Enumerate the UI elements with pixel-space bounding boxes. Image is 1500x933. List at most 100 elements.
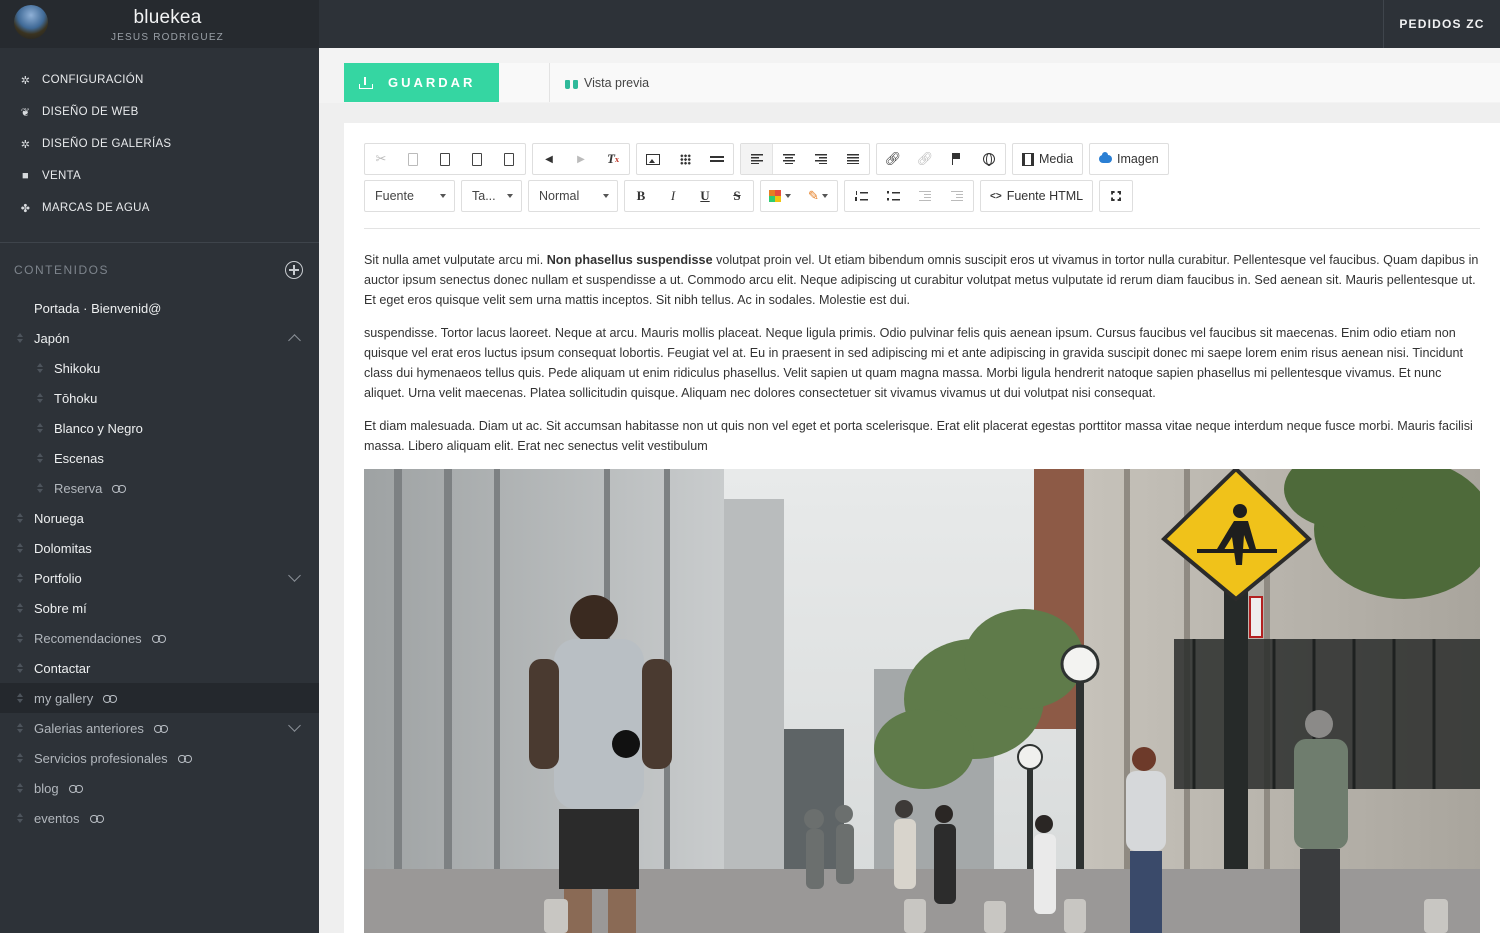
drag-handle-icon[interactable] [17, 753, 23, 763]
save-button[interactable]: GUARDAR [344, 63, 499, 102]
drag-handle-icon[interactable] [17, 543, 23, 553]
copy-icon[interactable] [397, 144, 429, 174]
drag-handle-icon[interactable] [17, 783, 23, 793]
street-photo[interactable] [364, 469, 1480, 933]
menu-item-label: DISEÑO DE GALERÍAS [42, 138, 172, 150]
tree-item[interactable]: Japón [0, 323, 319, 353]
drag-handle-icon[interactable] [37, 423, 43, 433]
redo-icon[interactable]: ▶ [565, 144, 597, 174]
chevron-down-icon[interactable] [288, 569, 301, 582]
drag-handle-icon[interactable] [17, 603, 23, 613]
color-group: ✎ [760, 180, 838, 212]
menu-item-venta[interactable]: ■ VENTA [0, 160, 319, 192]
globe-icon[interactable] [973, 144, 1005, 174]
align-justify-icon[interactable] [837, 144, 869, 174]
drag-handle-icon[interactable] [17, 813, 23, 823]
stamp-icon: ✤ [20, 202, 31, 215]
drag-handle-icon[interactable] [17, 663, 23, 673]
drag-handle-icon[interactable] [37, 483, 43, 493]
align-right-icon[interactable] [805, 144, 837, 174]
tree-item[interactable]: Noruega [0, 503, 319, 533]
hidden-mask-icon [112, 484, 127, 493]
tree-item[interactable]: Portada · Bienvenid@ [0, 293, 319, 323]
drag-handle-icon[interactable] [17, 513, 23, 523]
drag-handle-icon[interactable] [37, 453, 43, 463]
paste-text-icon[interactable] [461, 144, 493, 174]
brand-user: JESUS RODRIGUEZ [110, 32, 224, 43]
media-button[interactable]: Media [1013, 144, 1082, 174]
toolbar-row-2: Fuente Ta... Normal B I U S ✎ <> Fuente … [364, 180, 1139, 212]
menu-item-diseno-galerias[interactable]: ✲ DISEÑO DE GALERÍAS [0, 128, 319, 160]
drag-handle-icon[interactable] [37, 363, 43, 373]
brand-name: bluekea [133, 7, 202, 28]
tree-item[interactable]: Tōhoku [0, 383, 319, 413]
tree-item[interactable]: Servicios profesionales [0, 743, 319, 773]
outdent-icon[interactable] [909, 181, 941, 211]
drag-handle-icon[interactable] [37, 393, 43, 403]
sidebar: bluekea JESUS RODRIGUEZ ✲ CONFIGURACIÓN ❦… [0, 0, 319, 933]
orders-button[interactable]: PEDIDOS ZC [1383, 0, 1500, 48]
text-color-button[interactable] [761, 181, 799, 211]
undo-icon[interactable]: ◀ [533, 144, 565, 174]
paste-icon[interactable] [429, 144, 461, 174]
cut-icon[interactable]: ✂ [365, 144, 397, 174]
drag-handle-icon[interactable] [17, 633, 23, 643]
font-dropdown[interactable]: Fuente [365, 181, 454, 211]
tree-item[interactable]: Portfolio [0, 563, 319, 593]
size-dropdown[interactable]: Ta... [462, 181, 521, 211]
underline-button[interactable]: U [689, 181, 721, 211]
tree-item[interactable]: eventos [0, 803, 319, 833]
tree-item[interactable]: my gallery [0, 683, 319, 713]
unlink-icon[interactable]: 🔗︎ [909, 144, 941, 174]
add-content-icon[interactable] [285, 261, 303, 279]
tree-item[interactable]: Dolomitas [0, 533, 319, 563]
tree-item[interactable]: Sobre mí [0, 593, 319, 623]
anchor-flag-icon[interactable] [941, 144, 973, 174]
drag-handle-icon[interactable] [17, 723, 23, 733]
table-icon[interactable] [669, 144, 701, 174]
tree-item[interactable]: Galerias anteriores [0, 713, 319, 743]
indent-icon[interactable] [941, 181, 973, 211]
format-dropdown[interactable]: Normal [529, 181, 617, 211]
menu-item-marcas-agua[interactable]: ✤ MARCAS DE AGUA [0, 192, 319, 224]
tree-item[interactable]: Escenas [0, 443, 319, 473]
hidden-mask-icon [68, 784, 83, 793]
editor-content[interactable]: Sit nulla amet vulputate arcu mi. Non ph… [364, 250, 1480, 469]
preview-button[interactable]: Vista previa [549, 63, 1500, 102]
link-icon[interactable]: 🔗︎ [877, 144, 909, 174]
tree-item[interactable]: Contactar [0, 653, 319, 683]
ordered-list-icon[interactable] [845, 181, 877, 211]
hidden-mask-icon [153, 724, 168, 733]
align-center-icon[interactable] [773, 144, 805, 174]
paste-word-icon[interactable] [493, 144, 525, 174]
drag-handle-icon[interactable] [17, 573, 23, 583]
bold-text: Non phasellus suspendisse [546, 253, 713, 267]
horizontal-rule-icon[interactable] [701, 144, 733, 174]
text-style-group: B I U S [624, 180, 754, 212]
menu-item-configuracion[interactable]: ✲ CONFIGURACIÓN [0, 64, 319, 96]
clear-format-icon[interactable]: Tx [597, 144, 629, 174]
strike-button[interactable]: S [721, 181, 753, 211]
source-html-button[interactable]: <> Fuente HTML [981, 181, 1092, 211]
drag-handle-icon[interactable] [17, 333, 23, 343]
tree-item[interactable]: blog [0, 773, 319, 803]
tree-item[interactable]: Recomendaciones [0, 623, 319, 653]
tree-item[interactable]: Shikoku [0, 353, 319, 383]
menu-item-diseno-web[interactable]: ❦ DISEÑO DE WEB [0, 96, 319, 128]
image-upload-button[interactable]: Imagen [1090, 144, 1168, 174]
tree-item[interactable]: Reserva [0, 473, 319, 503]
italic-button[interactable]: I [657, 181, 689, 211]
fullscreen-icon[interactable] [1100, 181, 1132, 211]
chevron-down-icon[interactable] [288, 719, 301, 732]
street-photo-image [364, 469, 1480, 933]
action-bar: GUARDAR Vista previa [319, 48, 1500, 103]
chevron-up-icon[interactable] [288, 334, 301, 347]
align-left-icon[interactable] [741, 144, 773, 174]
highlight-button[interactable]: ✎ [799, 181, 837, 211]
bold-button[interactable]: B [625, 181, 657, 211]
tree-item[interactable]: Blanco y Negro [0, 413, 319, 443]
unordered-list-icon[interactable] [877, 181, 909, 211]
caret-down-icon [440, 194, 446, 198]
drag-handle-icon[interactable] [17, 693, 23, 703]
image-icon[interactable] [637, 144, 669, 174]
